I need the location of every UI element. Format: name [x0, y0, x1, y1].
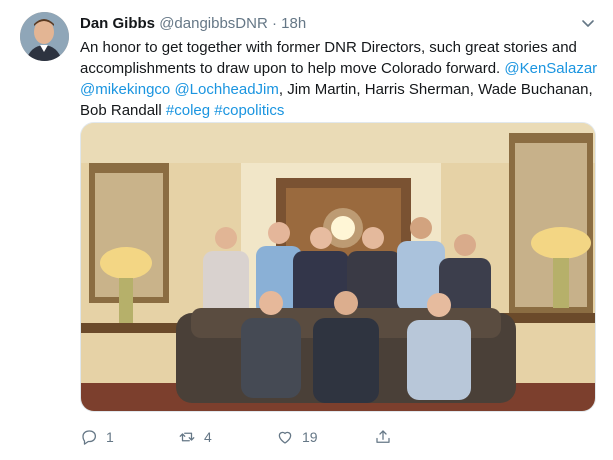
like-count: 19 — [302, 429, 318, 445]
hashtag-link[interactable]: #coleg — [166, 102, 210, 119]
reply-count: 1 — [106, 429, 114, 445]
retweet-button[interactable]: 4 — [178, 428, 212, 446]
heart-icon — [278, 431, 292, 444]
tweet-card[interactable]: Dan Gibbs @dangibbsDNR · 18h An honor to… — [0, 0, 613, 460]
avatar[interactable] — [20, 12, 69, 61]
reply-icon — [82, 430, 97, 445]
separator-dot: · — [271, 15, 277, 32]
mention-link[interactable]: @mikekingco — [80, 81, 170, 98]
tweet-photo[interactable] — [80, 122, 596, 412]
retweet-icon — [179, 432, 195, 442]
like-button[interactable]: 19 — [276, 428, 318, 446]
share-button[interactable] — [374, 428, 400, 446]
retweet-count: 4 — [204, 429, 212, 445]
tweet-actions: 1 4 19 — [80, 428, 500, 450]
tweet-header: Dan Gibbs @dangibbsDNR · 18h — [80, 14, 583, 34]
reply-button[interactable]: 1 — [80, 428, 114, 446]
display-name[interactable]: Dan Gibbs — [80, 15, 155, 32]
mention-link[interactable]: @LochheadJim — [174, 81, 278, 98]
hashtag-link[interactable]: #copolitics — [214, 102, 284, 119]
text-segment: An honor to get together with former DNR… — [80, 39, 577, 77]
chevron-down-icon[interactable] — [579, 14, 597, 32]
tweet-text: An honor to get together with former DNR… — [80, 37, 600, 121]
handle[interactable]: @dangibbsDNR — [159, 15, 268, 32]
timestamp[interactable]: 18h — [281, 15, 306, 32]
share-icon — [376, 430, 390, 443]
mention-link[interactable]: @KenSalazar — [504, 60, 597, 77]
